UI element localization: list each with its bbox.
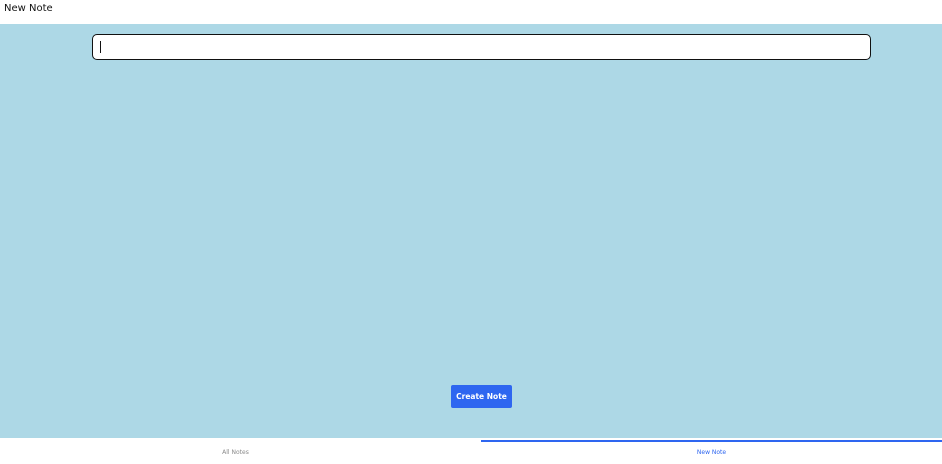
note-editor-area: Create Note [0,24,942,438]
note-text-input[interactable] [92,34,871,60]
tab-new-note-label: New Note [696,449,727,456]
bottom-tab-bar: All Notes New Note [0,438,942,464]
tab-all-notes[interactable]: All Notes [0,438,471,464]
app-header: New Note [0,0,942,24]
page-title: New Note [4,3,53,14]
tab-all-notes-label: All Notes [222,449,249,456]
tab-new-note[interactable]: New Note [481,438,942,464]
create-note-button[interactable]: Create Note [451,385,512,408]
text-caret [100,41,101,53]
